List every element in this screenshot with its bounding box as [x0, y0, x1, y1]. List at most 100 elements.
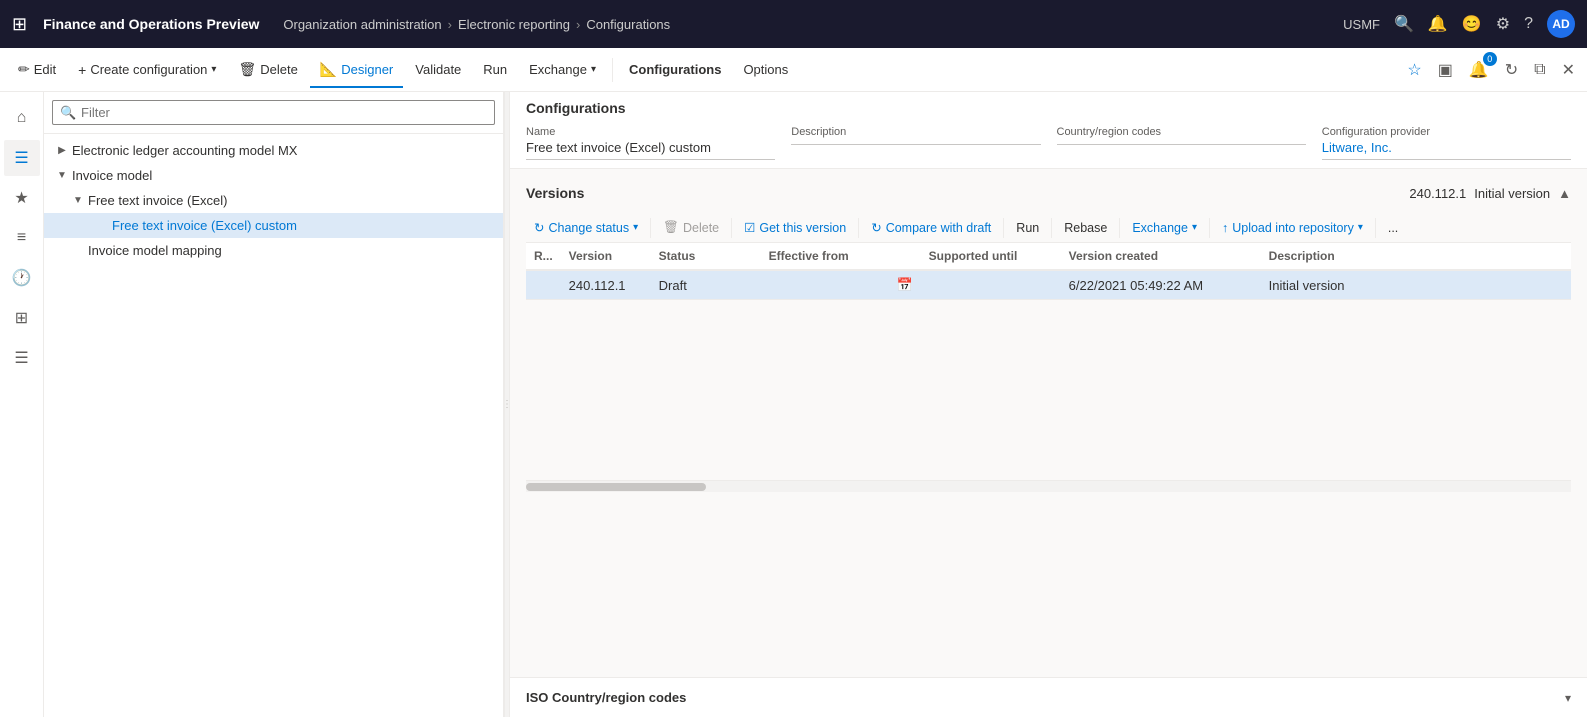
col-header-status: Status [651, 243, 761, 270]
tree-item-invoice-mapping[interactable]: Invoice model mapping [44, 238, 503, 263]
compare-draft-button[interactable]: ↻ Compare with draft [863, 217, 999, 238]
version-number: 240.112.1 [1409, 186, 1466, 201]
form-description-field: Description [791, 118, 1040, 168]
nav-home-icon[interactable]: ⌂ [4, 100, 40, 136]
el-ledger-label: Electronic ledger accounting model MX [72, 143, 297, 158]
validate-label: Validate [415, 62, 461, 77]
options-tab-button[interactable]: Options [733, 54, 798, 86]
provider-value[interactable]: Litware, Inc. [1322, 140, 1571, 160]
toggle-invoice-model[interactable]: ▼ [52, 170, 72, 181]
col-header-description: Description [1261, 243, 1571, 270]
country-value[interactable] [1057, 140, 1306, 145]
name-value[interactable]: Free text invoice (Excel) custom [526, 140, 775, 160]
edit-icon: ✏ [18, 61, 30, 78]
breadcrumb-org[interactable]: Organization administration [283, 17, 441, 32]
tree-item-free-text-excel[interactable]: ▼ Free text invoice (Excel) [44, 188, 503, 213]
change-status-icon: ↻ [534, 220, 544, 235]
app-grid-icon[interactable]: ⊞ [12, 14, 27, 35]
settings-icon[interactable]: ⚙ [1496, 14, 1510, 34]
avatar[interactable]: AD [1547, 10, 1575, 38]
close-icon[interactable]: ✕ [1558, 56, 1579, 84]
horizontal-scroll-bar[interactable] [526, 480, 1571, 492]
upload-repo-button[interactable]: ↑ Upload into repository ▾ [1214, 218, 1371, 238]
description-label: Description [791, 126, 1040, 138]
refresh-icon[interactable]: ↻ [1501, 56, 1522, 84]
vtb-run-button[interactable]: Run [1008, 218, 1047, 238]
vtb-sep-5 [1051, 218, 1052, 238]
vtb-delete-button[interactable]: 🗑 Delete [655, 217, 727, 238]
versions-collapse-btn[interactable]: ▲ [1558, 186, 1571, 201]
more-button[interactable]: ... [1380, 218, 1406, 238]
tree-item-el-ledger[interactable]: ▶ Electronic ledger accounting model MX [44, 138, 503, 163]
run-label: Run [483, 62, 507, 77]
nav-star-icon[interactable]: ★ [4, 180, 40, 216]
vtb-exchange-button[interactable]: Exchange ▾ [1124, 218, 1205, 238]
search-icon[interactable]: 🔍 [1394, 14, 1414, 34]
versions-toolbar: ↻ Change status ▾ 🗑 Delete ☑ Get this ve… [526, 213, 1571, 243]
create-label: Create configuration [90, 62, 207, 77]
description-value[interactable] [791, 140, 1040, 145]
vtb-delete-label: Delete [683, 221, 719, 235]
get-version-button[interactable]: ☑ Get this version [736, 217, 854, 238]
tree-search-wrap: 🔍 [52, 100, 495, 125]
app-title: Finance and Operations Preview [43, 16, 259, 32]
iso-collapse-btn[interactable]: ▾ [1565, 691, 1571, 705]
tree-item-invoice-model[interactable]: ▼ Invoice model [44, 163, 503, 188]
nav-grid-icon[interactable]: ⊞ [4, 300, 40, 336]
vtb-sep-6 [1119, 218, 1120, 238]
rebase-button[interactable]: Rebase [1056, 218, 1115, 238]
nav-filter-icon[interactable]: ☰ [4, 140, 40, 176]
breadcrumb-sep-2: › [576, 17, 580, 32]
create-icon: + [78, 62, 86, 78]
run-button[interactable]: Run [473, 54, 517, 86]
tree-content: ▶ Electronic ledger accounting model MX … [44, 134, 503, 717]
exchange-button[interactable]: Exchange ▾ [519, 54, 606, 86]
form-name-field: Name Free text invoice (Excel) custom [526, 118, 775, 168]
upload-label: Upload into repository [1232, 221, 1354, 235]
nav-clock-icon[interactable]: 🕐 [4, 260, 40, 296]
vtb-sep-2 [731, 218, 732, 238]
create-config-button[interactable]: + Create configuration ▾ [68, 54, 226, 86]
delete-button[interactable]: 🗑 Delete [228, 54, 307, 86]
tree-search-input[interactable] [52, 100, 495, 125]
nav-menu-icon[interactable]: ≡ [4, 220, 40, 256]
breadcrumb-er[interactable]: Electronic reporting [458, 17, 570, 32]
notification-badge-icon[interactable]: 🔔 0 [1465, 56, 1493, 84]
main-toolbar: ✏ Edit + Create configuration ▾ 🗑 Delete… [0, 48, 1587, 92]
vtb-sep-8 [1375, 218, 1376, 238]
col-header-version: Version [561, 243, 651, 270]
cell-description: Initial version [1261, 270, 1571, 300]
content-breadcrumb-area: Configurations [510, 92, 1587, 118]
get-version-icon: ☑ [744, 220, 755, 235]
provider-label: Configuration provider [1322, 126, 1571, 138]
iso-section: ISO Country/region codes ▾ [510, 677, 1587, 717]
toggle-free-text-excel[interactable]: ▼ [68, 195, 88, 206]
toolbar-divider-1 [612, 58, 613, 82]
panel-icon[interactable]: ▣ [1434, 56, 1457, 84]
change-status-arrow: ▾ [633, 222, 638, 233]
tree-search-icon: 🔍 [60, 105, 76, 121]
invoice-mapping-label: Invoice model mapping [88, 243, 222, 258]
open-new-icon[interactable]: ⧉ [1530, 57, 1549, 83]
emoji-icon[interactable]: 😊 [1462, 14, 1482, 34]
favorite-icon[interactable]: ☆ [1403, 56, 1425, 84]
table-row[interactable]: 240.112.1 Draft 📅 6/22/2021 05:49:22 AM [526, 270, 1571, 300]
help-icon[interactable]: ? [1524, 15, 1533, 33]
edit-button[interactable]: ✏ Edit [8, 54, 66, 86]
change-status-button[interactable]: ↻ Change status ▾ [526, 217, 646, 238]
tree-item-free-text-custom[interactable]: Free text invoice (Excel) custom [44, 213, 503, 238]
vtb-sep-1 [650, 218, 651, 238]
nav-list-icon[interactable]: ☰ [4, 340, 40, 376]
vtb-run-label: Run [1016, 221, 1039, 235]
exchange-label: Exchange [529, 62, 587, 77]
breadcrumb-configs[interactable]: Configurations [586, 17, 670, 32]
designer-button[interactable]: 📐 Designer [310, 54, 403, 86]
empty-table-space [526, 300, 1571, 480]
validate-button[interactable]: Validate [405, 54, 471, 86]
content-breadcrumb: Configurations [526, 100, 626, 116]
toggle-el-ledger[interactable]: ▶ [52, 145, 72, 156]
configurations-tab-button[interactable]: Configurations [619, 54, 731, 86]
calendar-icon[interactable]: 📅 [896, 277, 912, 293]
scroll-thumb[interactable] [526, 483, 706, 491]
notification-icon[interactable]: 🔔 [1428, 14, 1448, 34]
